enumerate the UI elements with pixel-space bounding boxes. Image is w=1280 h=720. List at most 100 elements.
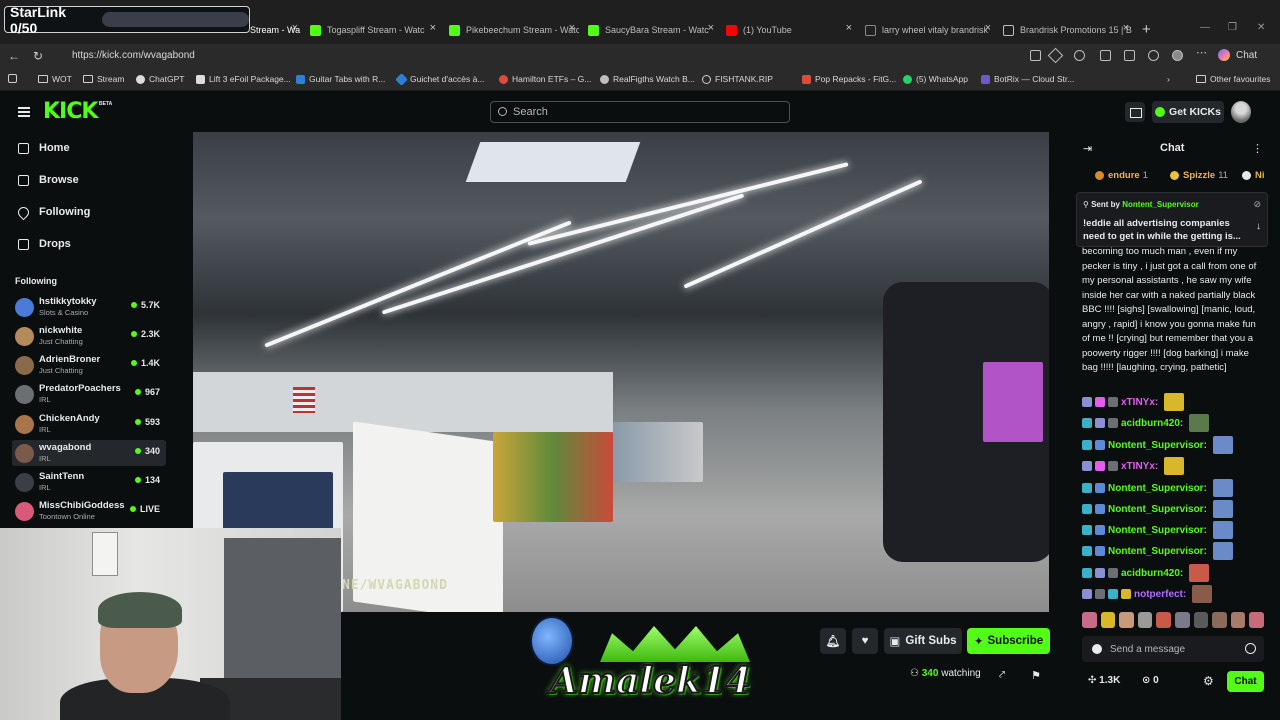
emote-icon[interactable] (1156, 612, 1171, 628)
bookmark-other-favourites[interactable]: Other favourites (1196, 74, 1270, 84)
emoji-icon[interactable] (1245, 643, 1256, 654)
notification-bell-button[interactable]: 🔔︎ (820, 628, 846, 654)
profile-icon[interactable] (1172, 50, 1183, 61)
nav-browse[interactable]: Browse (18, 174, 79, 186)
emote-icon[interactable] (1082, 612, 1097, 628)
favorites-icon[interactable] (1124, 50, 1135, 61)
follow-heart-button[interactable]: ♥ (852, 628, 878, 654)
nav-home[interactable]: Home (18, 142, 70, 154)
bookmark-hamilton[interactable]: Hamilton ETFs – G... (499, 74, 591, 84)
chat-username[interactable]: xTINYx: (1121, 397, 1158, 408)
followed-channel-predatorpoachers[interactable]: PredatorPoachers IRL 967 (12, 381, 166, 407)
followed-channel-wvagabond[interactable]: wvagabond IRL 340 (12, 440, 166, 466)
share-icon[interactable]: ⤤ (999, 669, 1005, 682)
split-screen-icon[interactable] (1100, 50, 1111, 61)
tab-pikebeechum[interactable]: Pikebeechum Stream - Watc × (449, 18, 579, 42)
tab-search[interactable]: larry wheel vitaly brandrisk × (865, 18, 995, 42)
bookmark-realfights[interactable]: RealFigths Watch B... (600, 74, 695, 84)
top-gifter[interactable]: endure 1 (1095, 170, 1148, 181)
gift-subs-button[interactable]: ▣ Gift Subs (884, 628, 962, 654)
back-icon[interactable]: ← (8, 49, 20, 63)
chat-username[interactable]: notperfect: (1134, 589, 1186, 600)
bookmark-guichet[interactable]: Guichet d'accès à... (395, 72, 484, 86)
new-tab-icon[interactable]: + (1142, 21, 1151, 38)
close-icon[interactable]: × (292, 22, 298, 34)
top-gifter[interactable]: Spizzle 11 (1170, 170, 1228, 181)
get-kicks-button[interactable]: Get KICKs (1152, 101, 1224, 123)
bookmark-lift[interactable]: Lift 3 eFoil Package... (196, 74, 291, 84)
followed-channel-nickwhite[interactable]: nickwhite Just Chatting 2.3K (12, 323, 166, 349)
emote-icon[interactable] (1100, 612, 1116, 628)
bookmark-botrix[interactable]: BotRix — Cloud Str... (981, 74, 1074, 84)
reading-list-icon[interactable] (8, 74, 21, 83)
bookmark-guitar-tabs[interactable]: Guitar Tabs with R... (296, 74, 385, 84)
refresh-icon[interactable]: ↻ (33, 49, 43, 63)
nav-following[interactable]: Following (15, 204, 90, 220)
window-close-icon[interactable]: ✕ (1257, 22, 1265, 33)
kicks-balance[interactable]: ⊙ 0 (1142, 675, 1159, 686)
creator-dashboard-icon[interactable] (1125, 102, 1145, 122)
tab-brandrisk[interactable]: Brandrisk Promotions 15 | B × (1003, 18, 1133, 42)
reader-icon[interactable] (1030, 50, 1041, 61)
close-icon[interactable]: × (846, 22, 852, 34)
followed-channel-chickenandy[interactable]: ChickenAndy IRL 593 (12, 411, 166, 437)
menu-icon[interactable] (18, 107, 30, 117)
bookmark-wot[interactable]: WOT (38, 74, 72, 84)
chat-username[interactable]: Nontent_Supervisor: (1108, 483, 1207, 494)
chat-users-icon[interactable]: ⋮ (1252, 142, 1263, 155)
chat-username[interactable]: Nontent_Supervisor: (1108, 504, 1207, 515)
chat-username[interactable]: Nontent_Supervisor: (1108, 525, 1207, 536)
more-menu-icon[interactable]: ⋯ (1196, 46, 1207, 59)
history-icon[interactable] (1148, 50, 1159, 61)
tab-saucybara[interactable]: SaucyBara Stream - Watc × (588, 18, 718, 42)
nav-drops[interactable]: Drops (18, 238, 71, 250)
favorite-star-icon[interactable] (1047, 47, 1064, 64)
chat-input[interactable] (1110, 641, 1240, 657)
close-icon[interactable]: × (708, 22, 714, 34)
extensions-icon[interactable] (1074, 50, 1085, 61)
minimize-icon[interactable]: — (1200, 22, 1210, 33)
bookmark-whatsapp[interactable]: (5) WhatsApp (903, 74, 968, 84)
maximize-icon[interactable]: ❐ (1228, 22, 1237, 33)
expand-down-icon[interactable]: ↓ (1256, 221, 1261, 232)
emote-icon[interactable] (1119, 612, 1134, 628)
close-icon[interactable]: × (569, 22, 575, 34)
chat-username[interactable]: acidburn420: (1121, 418, 1183, 429)
tab-togaspliff[interactable]: Togaspliff Stream - Watc × (310, 18, 440, 42)
emote-icon[interactable] (1193, 612, 1209, 628)
copilot-chat-button[interactable]: Chat (1218, 49, 1257, 61)
bookmark-fishtank[interactable]: FISHTANK.RIP (702, 74, 773, 84)
followed-channel-misschibigoddess[interactable]: MissChibiGoddess Toontown Online LIVE (12, 498, 166, 524)
gear-icon[interactable]: ⚙ (1203, 674, 1214, 688)
search-box[interactable] (490, 101, 790, 123)
unpin-icon[interactable]: ⊘ (1253, 199, 1261, 210)
close-icon[interactable]: × (1123, 22, 1129, 34)
address-field[interactable]: https://kick.com/wvagabond (56, 47, 1036, 66)
bookmark-stream[interactable]: Stream (83, 74, 124, 84)
emote-icon[interactable] (1249, 612, 1264, 628)
sent-by-user[interactable]: Nontent_Supervisor (1122, 200, 1198, 209)
channel-points[interactable]: ✣ 1.3K (1088, 675, 1120, 686)
chat-username[interactable]: acidburn420: (1121, 568, 1183, 579)
followed-channel-hstikkytokky[interactable]: hstikkytokky Slots & Casino 5.7K (12, 294, 166, 320)
chevron-right-icon[interactable]: › (1167, 74, 1170, 84)
search-input[interactable] (513, 104, 773, 120)
emote-icon[interactable] (1174, 612, 1190, 628)
bookmark-chatgpt[interactable]: ChatGPT (136, 74, 184, 84)
tab-wvagabond[interactable]: Stream - Wa × (250, 18, 302, 42)
emote-icon[interactable] (1230, 612, 1246, 628)
close-icon[interactable]: × (430, 22, 436, 34)
collapse-chat-icon[interactable]: ⇥ (1083, 142, 1092, 155)
chat-username[interactable]: xTINYx: (1121, 461, 1158, 472)
report-icon[interactable]: ⚑ (1031, 669, 1041, 682)
top-gifter[interactable]: Ni (1242, 170, 1266, 181)
bookmark-pop-repacks[interactable]: Pop Repacks - FitG... (802, 74, 896, 84)
chat-input-box[interactable] (1082, 636, 1264, 662)
chat-username[interactable]: Nontent_Supervisor: (1108, 440, 1207, 451)
chat-username[interactable]: Nontent_Supervisor: (1108, 546, 1207, 557)
followed-channel-sainttenn[interactable]: SaintTenn IRL 134 (12, 469, 166, 495)
user-avatar[interactable] (1231, 101, 1251, 123)
followed-channel-adrienbroner[interactable]: AdrienBroner Just Chatting 1.4K (12, 352, 166, 378)
chat-send-button[interactable]: Chat (1227, 671, 1264, 692)
kick-logo[interactable]: KICK (43, 99, 98, 124)
